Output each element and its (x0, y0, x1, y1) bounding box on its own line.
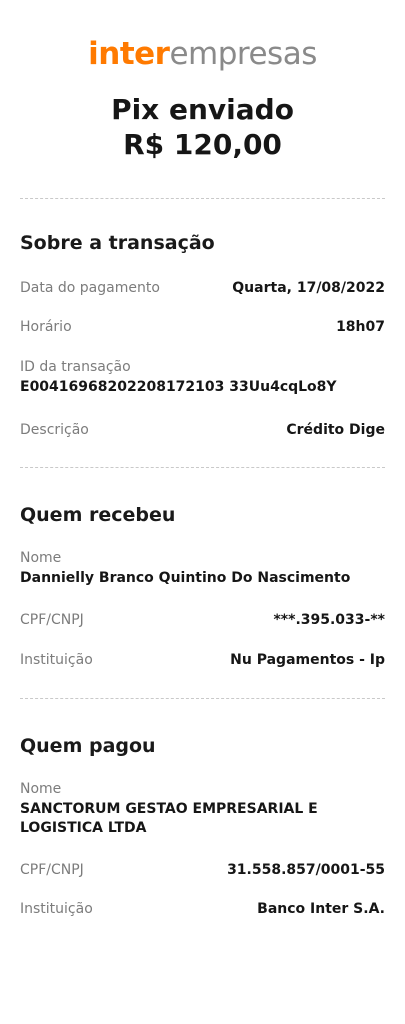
data-pagamento-value: Quarta, 17/08/2022 (232, 280, 385, 296)
divider (20, 198, 385, 199)
section-title-transacao: Sobre a transação (20, 232, 215, 254)
recebeu-cpf-value: ***.395.033-** (273, 612, 385, 628)
row-recebeu-nome: Nome Dannielly Branco Quintino Do Nascim… (20, 549, 385, 588)
recebeu-instituicao-label: Instituição (20, 652, 93, 668)
pagou-nome-value: SANCTORUM GESTAO EMPRESARIAL E LOGISTICA… (20, 801, 318, 836)
pagou-instituicao-value: Banco Inter S.A. (257, 901, 385, 917)
row-id-transacao: ID da transação E00416968202208172103 33… (20, 358, 385, 397)
row-recebeu-cpf: CPF/CNPJ ***.395.033-** (20, 612, 385, 628)
recebeu-cpf-label: CPF/CNPJ (20, 612, 84, 628)
divider (20, 467, 385, 468)
pagou-cpf-label: CPF/CNPJ (20, 862, 84, 878)
recebeu-instituicao-value: Nu Pagamentos - Ip (230, 652, 385, 668)
data-pagamento-label: Data do pagamento (20, 280, 160, 296)
row-pagou-instituicao: Instituição Banco Inter S.A. (20, 901, 385, 917)
section-title-recebeu: Quem recebeu (20, 504, 176, 526)
recebeu-nome-label: Nome (20, 550, 62, 566)
recebeu-nome-value: Dannielly Branco Quintino Do Nascimento (20, 570, 351, 586)
page-title: Pix enviado (111, 93, 294, 126)
pagou-instituicao-label: Instituição (20, 901, 93, 917)
horario-value: 18h07 (336, 319, 385, 335)
inter-empresas-logo: interempresas (0, 36, 405, 72)
id-transacao-value: E00416968202208172103 33Uu4cqLo8Y (20, 379, 337, 395)
row-data-pagamento: Data do pagamento Quarta, 17/08/2022 (20, 280, 385, 296)
divider (20, 698, 385, 699)
row-pagou-nome: Nome SANCTORUM GESTAO EMPRESARIAL E LOGI… (20, 780, 385, 838)
row-horario: Horário 18h07 (20, 319, 385, 335)
id-transacao-label: ID da transação (20, 359, 131, 375)
descricao-label: Descrição (20, 422, 89, 438)
row-recebeu-instituicao: Instituição Nu Pagamentos - Ip (20, 652, 385, 668)
amount: R$ 120,00 (123, 128, 282, 161)
logo-brand: inter (88, 36, 170, 72)
receipt-header: Pix enviado R$ 120,00 (0, 93, 405, 163)
horario-label: Horário (20, 319, 72, 335)
pagou-cpf-value: 31.558.857/0001-55 (227, 862, 385, 878)
section-title-pagou: Quem pagou (20, 735, 156, 757)
descricao-value: Crédito Dige (286, 422, 385, 438)
row-descricao: Descrição Crédito Dige (20, 422, 385, 438)
pagou-nome-label: Nome (20, 781, 62, 797)
logo-sub: empresas (169, 36, 317, 72)
row-pagou-cpf: CPF/CNPJ 31.558.857/0001-55 (20, 862, 385, 878)
